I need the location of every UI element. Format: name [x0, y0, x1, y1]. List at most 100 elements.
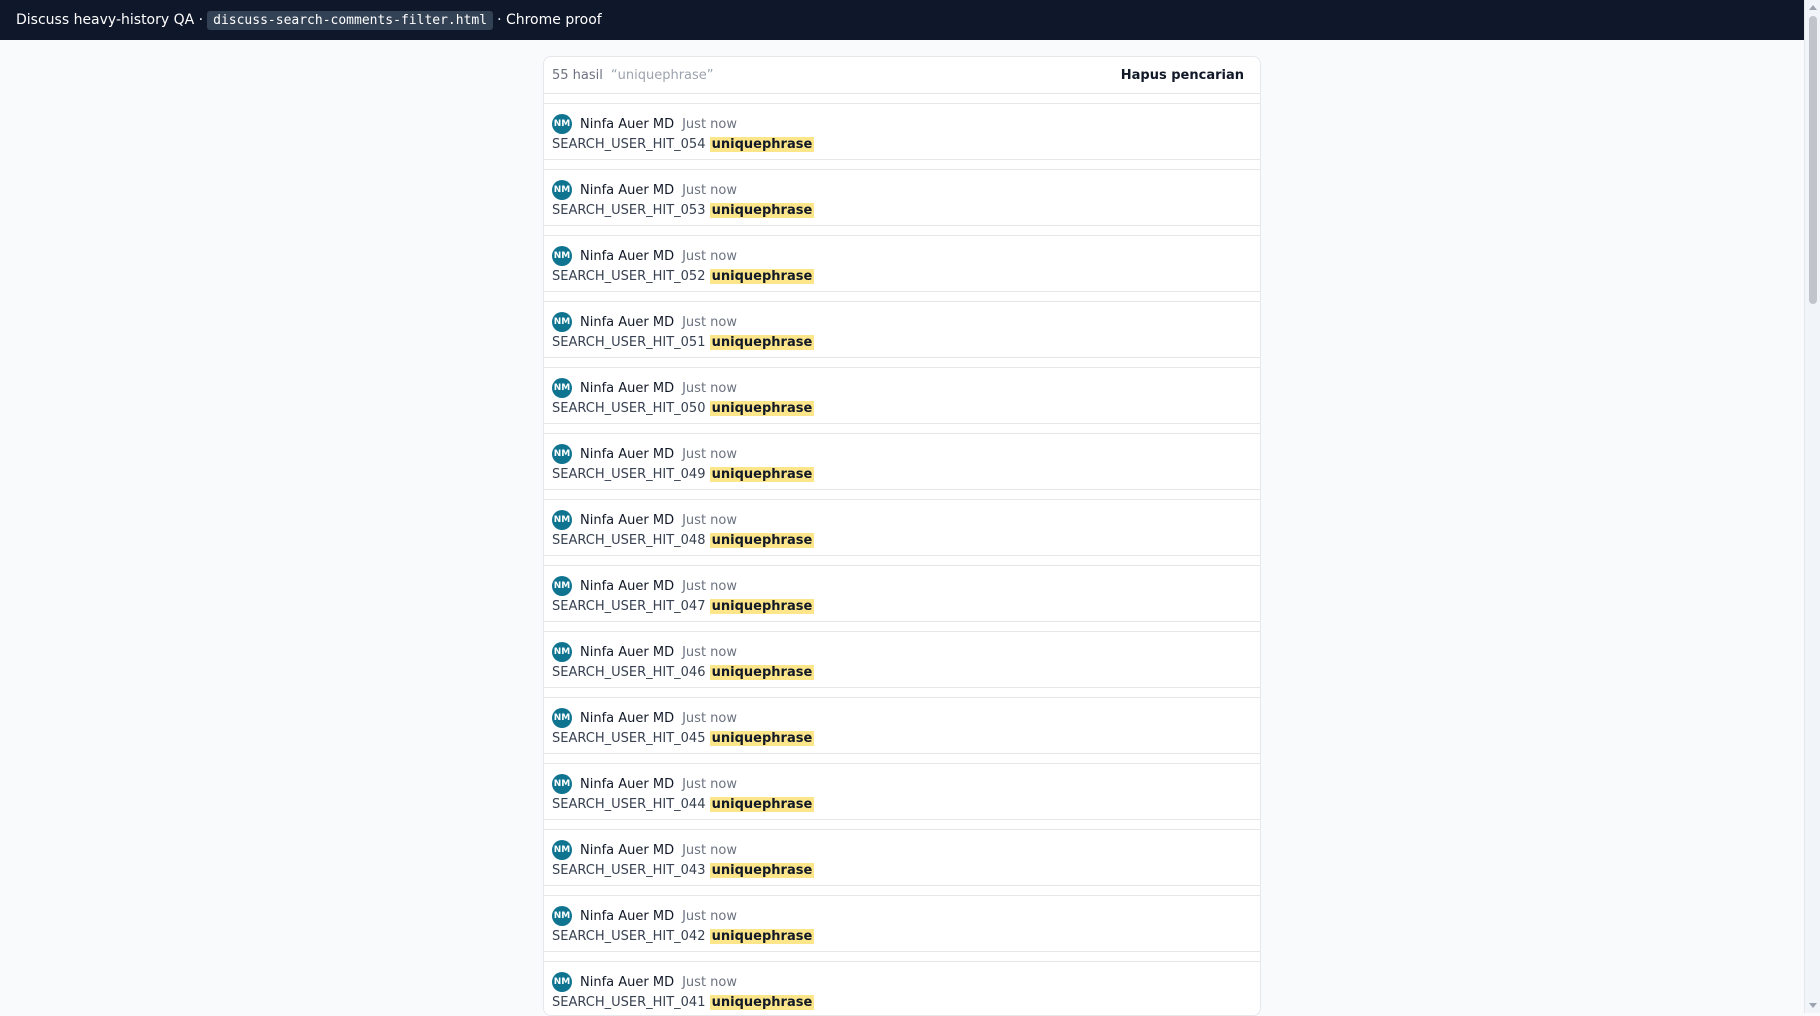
avatar: NM	[552, 444, 572, 464]
search-result-item[interactable]: NM Ninfa Auer MD Just now SEARCH_USER_HIT_0…	[544, 301, 1260, 358]
search-highlight: uniquephrase	[709, 467, 815, 482]
avatar: NM	[552, 114, 572, 134]
search-highlight: uniquephrase	[709, 401, 815, 416]
comment-meta: NM Ninfa Auer MD Just now	[552, 971, 1252, 993]
comment-meta: NM Ninfa Auer MD Just now	[552, 707, 1252, 729]
comment-body: SEARCH_USER_HIT_041 uniquephrase	[552, 995, 1252, 1010]
avatar: NM	[552, 180, 572, 200]
comment-author[interactable]: Ninfa Auer MD	[580, 843, 674, 858]
comment-author[interactable]: Ninfa Auer MD	[580, 447, 674, 462]
comment-body: SEARCH_USER_HIT_044 uniquephrase	[552, 797, 1252, 812]
comment-time: Just now	[682, 578, 737, 594]
comment-body: SEARCH_USER_HIT_048 uniquephrase	[552, 533, 1252, 548]
comment-meta: NM Ninfa Auer MD Just now	[552, 509, 1252, 531]
comment-time: Just now	[682, 248, 737, 264]
search-highlight: uniquephrase	[709, 599, 815, 614]
scrollbar-thumb[interactable]	[1809, 16, 1817, 304]
search-result-item[interactable]: NM Ninfa Auer MD Just now SEARCH_USER_HIT_0…	[544, 235, 1260, 292]
comment-author[interactable]: Ninfa Auer MD	[580, 711, 674, 726]
comment-author[interactable]: Ninfa Auer MD	[580, 909, 674, 924]
avatar: NM	[552, 774, 572, 794]
search-result-item[interactable]: NM Ninfa Auer MD Just now SEARCH_USER_HIT_0…	[544, 829, 1260, 886]
comment-meta: NM Ninfa Auer MD Just now	[552, 245, 1252, 267]
comment-meta: NM Ninfa Auer MD Just now	[552, 575, 1252, 597]
comment-body: SEARCH_USER_HIT_051 uniquephrase	[552, 335, 1252, 350]
page-scrollbar[interactable]	[1804, 0, 1820, 1013]
comment-text: SEARCH_USER_HIT_054	[552, 137, 706, 152]
comment-text: SEARCH_USER_HIT_048	[552, 533, 706, 548]
header-file-name: discuss-search-comments-filter.html	[207, 10, 494, 30]
comment-text: SEARCH_USER_HIT_044	[552, 797, 706, 812]
comment-meta: NM Ninfa Auer MD Just now	[552, 773, 1252, 795]
search-query: “uniquephrase”	[610, 67, 714, 83]
comment-text: SEARCH_USER_HIT_046	[552, 665, 706, 680]
search-highlight: uniquephrase	[709, 137, 815, 152]
comment-body: SEARCH_USER_HIT_042 uniquephrase	[552, 929, 1252, 944]
comment-time: Just now	[682, 776, 737, 792]
comment-time: Just now	[682, 182, 737, 198]
avatar: NM	[552, 510, 572, 530]
comment-text: SEARCH_USER_HIT_051	[552, 335, 706, 350]
search-results-header: 55 hasil “uniquephrase” Hapus pencarian	[544, 57, 1260, 94]
scroll-down-arrow-icon[interactable]	[1809, 1003, 1817, 1008]
search-result-item[interactable]: NM Ninfa Auer MD Just now SEARCH_USER_HIT_0…	[544, 499, 1260, 556]
avatar: NM	[552, 906, 572, 926]
page-header: Discuss heavy-history QA · discuss-searc…	[0, 0, 1804, 40]
comment-body: SEARCH_USER_HIT_053 uniquephrase	[552, 203, 1252, 218]
comment-text: SEARCH_USER_HIT_047	[552, 599, 706, 614]
search-result-item[interactable]: NM Ninfa Auer MD Just now SEARCH_USER_HIT_0…	[544, 697, 1260, 754]
comment-time: Just now	[682, 644, 737, 660]
search-result-item[interactable]: NM Ninfa Auer MD Just now SEARCH_USER_HIT_0…	[544, 961, 1260, 1015]
search-highlight: uniquephrase	[709, 335, 815, 350]
search-result-item[interactable]: NM Ninfa Auer MD Just now SEARCH_USER_HIT_0…	[544, 103, 1260, 160]
search-result-item[interactable]: NM Ninfa Auer MD Just now SEARCH_USER_HIT_0…	[544, 631, 1260, 688]
search-result-item[interactable]: NM Ninfa Auer MD Just now SEARCH_USER_HIT_0…	[544, 763, 1260, 820]
search-highlight: uniquephrase	[709, 863, 815, 878]
comment-author[interactable]: Ninfa Auer MD	[580, 777, 674, 792]
comment-author[interactable]: Ninfa Auer MD	[580, 975, 674, 990]
avatar: NM	[552, 708, 572, 728]
search-result-item[interactable]: NM Ninfa Auer MD Just now SEARCH_USER_HIT_0…	[544, 169, 1260, 226]
comment-author[interactable]: Ninfa Auer MD	[580, 315, 674, 330]
avatar: NM	[552, 312, 572, 332]
comment-meta: NM Ninfa Auer MD Just now	[552, 113, 1252, 135]
comment-meta: NM Ninfa Auer MD Just now	[552, 641, 1252, 663]
search-highlight: uniquephrase	[709, 269, 815, 284]
comment-time: Just now	[682, 974, 737, 990]
comment-author[interactable]: Ninfa Auer MD	[580, 183, 674, 198]
avatar: NM	[552, 642, 572, 662]
comment-text: SEARCH_USER_HIT_045	[552, 731, 706, 746]
comment-body: SEARCH_USER_HIT_045 uniquephrase	[552, 731, 1252, 746]
search-result-item[interactable]: NM Ninfa Auer MD Just now SEARCH_USER_HIT_0…	[544, 565, 1260, 622]
scroll-up-arrow-icon[interactable]	[1809, 5, 1817, 10]
search-highlight: uniquephrase	[709, 797, 815, 812]
comment-author[interactable]: Ninfa Auer MD	[580, 249, 674, 264]
comment-text: SEARCH_USER_HIT_053	[552, 203, 706, 218]
clear-search-button[interactable]: Hapus pencarian	[1121, 68, 1244, 83]
search-highlight: uniquephrase	[709, 995, 815, 1010]
comment-author[interactable]: Ninfa Auer MD	[580, 513, 674, 528]
comment-body: SEARCH_USER_HIT_043 uniquephrase	[552, 863, 1252, 878]
search-results-panel: 55 hasil “uniquephrase” Hapus pencarian …	[543, 56, 1261, 1016]
avatar: NM	[552, 246, 572, 266]
comment-author[interactable]: Ninfa Auer MD	[580, 117, 674, 132]
avatar: NM	[552, 378, 572, 398]
comment-time: Just now	[682, 446, 737, 462]
avatar: NM	[552, 972, 572, 992]
comment-author[interactable]: Ninfa Auer MD	[580, 381, 674, 396]
search-result-item[interactable]: NM Ninfa Auer MD Just now SEARCH_USER_HIT_0…	[544, 433, 1260, 490]
comment-body: SEARCH_USER_HIT_047 uniquephrase	[552, 599, 1252, 614]
search-result-item[interactable]: NM Ninfa Auer MD Just now SEARCH_USER_HIT_0…	[544, 367, 1260, 424]
search-result-item[interactable]: NM Ninfa Auer MD Just now SEARCH_USER_HIT_0…	[544, 895, 1260, 952]
comment-author[interactable]: Ninfa Auer MD	[580, 579, 674, 594]
comment-body: SEARCH_USER_HIT_046 uniquephrase	[552, 665, 1252, 680]
avatar: NM	[552, 576, 572, 596]
search-summary: 55 hasil “uniquephrase”	[552, 68, 714, 83]
comment-meta: NM Ninfa Auer MD Just now	[552, 311, 1252, 333]
comment-time: Just now	[682, 908, 737, 924]
comment-author[interactable]: Ninfa Auer MD	[580, 645, 674, 660]
comment-time: Just now	[682, 116, 737, 132]
search-highlight: uniquephrase	[709, 731, 815, 746]
search-highlight: uniquephrase	[709, 665, 815, 680]
comment-time: Just now	[682, 842, 737, 858]
